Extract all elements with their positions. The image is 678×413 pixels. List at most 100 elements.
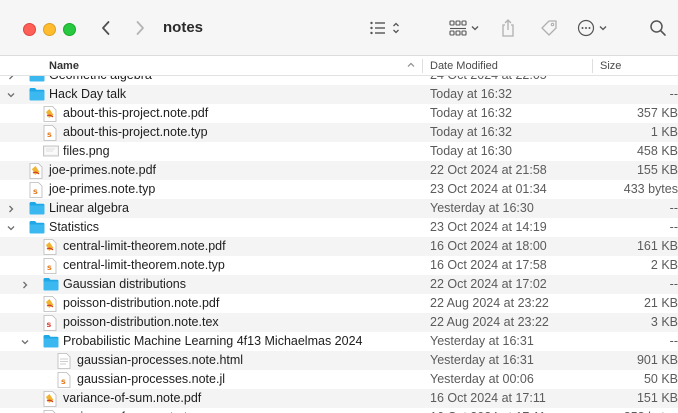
close-button[interactable] [23,23,36,36]
disclosure-expanded-chevron-icon[interactable] [6,89,16,99]
item-name: Hack Day talk [49,87,127,101]
column-header-size[interactable]: Size [600,60,621,72]
file-row[interactable]: about-this-project.note.pdf Today at 16:3… [0,104,678,123]
disclosure-collapsed-chevron-icon[interactable] [20,279,30,289]
back-button[interactable] [94,14,118,42]
svg-text:s: s [47,263,52,272]
item-name: gaussian-processes.note.html [77,353,244,367]
item-size: 2 KB [650,258,678,272]
item-size: 3 KB [650,315,678,329]
file-list[interactable]: Geometric algebra24 Oct 2024 at 22:05Hac… [0,66,678,413]
item-date-modified: 16 Oct 2024 at 18:00 [430,239,547,253]
item-size: 357 KB [636,106,678,120]
typ-file-icon: s [43,258,59,274]
action-menu-button[interactable] [575,16,609,40]
file-row[interactable]: s gaussian-processes.note.jl Yesterday at … [0,370,678,389]
folder-row[interactable]: Gaussian distributions 22 Oct 2024 at 17:… [0,275,678,294]
item-name: Probabilistic Machine Learning 4f13 Mich… [63,334,363,348]
file-row[interactable]: central-limit-theorem.note.pdf 16 Oct 202… [0,237,678,256]
pdf-file-icon [43,296,59,312]
folder-icon [43,334,59,349]
disclosure-expanded-chevron-icon[interactable] [6,222,16,232]
item-size: 21 KB [643,296,678,310]
share-button[interactable] [497,16,519,40]
file-row[interactable]: joe-primes.note.pdf 22 Oct 2024 at 21:58 1… [0,161,678,180]
item-size: -- [669,220,678,234]
tag-icon [541,20,557,36]
pdf-file-icon [43,106,59,122]
item-date-modified: 23 Oct 2024 at 14:19 [430,220,547,234]
zoom-button[interactable] [63,23,76,36]
pdf-file-icon [29,163,45,179]
folder-icon [43,277,59,292]
item-size: 155 KB [636,163,678,177]
file-row[interactable]: svariance-of-sum.note.typ16 Oct 2024 at … [0,408,678,413]
item-date-modified: Today at 16:30 [430,144,513,158]
file-row[interactable]: s central-limit-theorem.note.typ 16 Oct 20… [0,256,678,275]
forward-button[interactable] [128,14,152,42]
minimize-button[interactable] [43,23,56,36]
item-date-modified: 22 Oct 2024 at 17:02 [430,277,547,291]
chevron-down-icon [599,26,606,31]
pdf-file-icon [43,239,59,255]
column-divider[interactable] [592,59,593,73]
folder-row[interactable]: Statistics 23 Oct 2024 at 14:19 -- [0,218,678,237]
item-name: Gaussian distributions [63,277,186,291]
typ-file-icon: s [43,125,59,141]
search-button[interactable] [648,16,668,40]
item-size: -- [669,87,678,101]
file-row[interactable]: s poisson-distribution.note.tex 22 Aug 202… [0,313,678,332]
file-row[interactable]: s joe-primes.note.typ 23 Oct 2024 at 01:34… [0,180,678,199]
html-file-icon [57,353,73,369]
share-icon [502,19,514,37]
pdf-file-icon [43,391,59,407]
disclosure-collapsed-chevron-icon[interactable] [6,203,16,213]
item-size: 458 KB [636,144,678,158]
item-size: -- [669,277,678,291]
tex-file-icon: s [43,315,59,331]
column-divider[interactable] [422,59,423,73]
item-size: 161 KB [636,239,678,253]
file-row[interactable]: variance-of-sum.note.pdf 16 Oct 2024 at 1… [0,389,678,408]
item-name: central-limit-theorem.note.typ [63,258,225,272]
item-name: about-this-project.note.pdf [63,106,209,120]
item-date-modified: 23 Oct 2024 at 01:34 [430,182,547,196]
file-row[interactable]: poisson-distribution.note.pdf 22 Aug 2024… [0,294,678,313]
view-options-button[interactable] [367,16,403,40]
svg-text:s: s [61,377,66,386]
disclosure-expanded-chevron-icon[interactable] [20,336,30,346]
group-button[interactable] [446,16,482,40]
chevron-updown-icon [393,22,399,34]
item-date-modified: Yesterday at 00:06 [430,372,534,386]
folder-row[interactable]: Probabilistic Machine Learning 4f13 Mich… [0,332,678,351]
item-name: files.png [63,144,110,158]
list-view-icon [370,21,385,35]
column-header: Name Date Modified Size [0,56,678,76]
folder-icon [29,220,45,235]
search-icon [650,20,666,36]
file-row[interactable]: gaussian-processes.note.html Yesterday at… [0,351,678,370]
folder-row[interactable]: Linear algebra Yesterday at 16:30 -- [0,199,678,218]
item-date-modified: Today at 16:32 [430,106,513,120]
item-name: poisson-distribution.note.pdf [63,296,220,310]
grid-group-icon [448,20,467,36]
item-name: Linear algebra [49,201,129,215]
chevron-left-icon [102,21,110,35]
column-header-date[interactable]: Date Modified [430,60,498,72]
column-header-name[interactable]: Name [49,60,79,72]
tag-button[interactable] [537,16,561,40]
file-row[interactable]: s about-this-project.note.typ Today at 16:… [0,123,678,142]
item-name: about-this-project.note.typ [63,125,208,139]
ellipsis-circle-icon [577,19,594,37]
item-date-modified: Yesterday at 16:31 [430,353,534,367]
item-date-modified: 22 Aug 2024 at 23:22 [430,296,549,310]
typ-file-icon: s [29,182,45,198]
file-row[interactable]: files.png Today at 16:30 458 KB [0,142,678,161]
svg-text:s: s [47,130,52,139]
folder-icon [29,201,45,216]
item-name: variance-of-sum.note.pdf [63,391,202,405]
finder-window: Geometric algebra24 Oct 2024 at 22:05Hac… [0,0,678,413]
folder-row[interactable]: Hack Day talk Today at 16:32 -- [0,85,678,104]
item-name: joe-primes.note.typ [49,182,156,196]
sort-chevron-up-icon[interactable] [406,59,416,74]
